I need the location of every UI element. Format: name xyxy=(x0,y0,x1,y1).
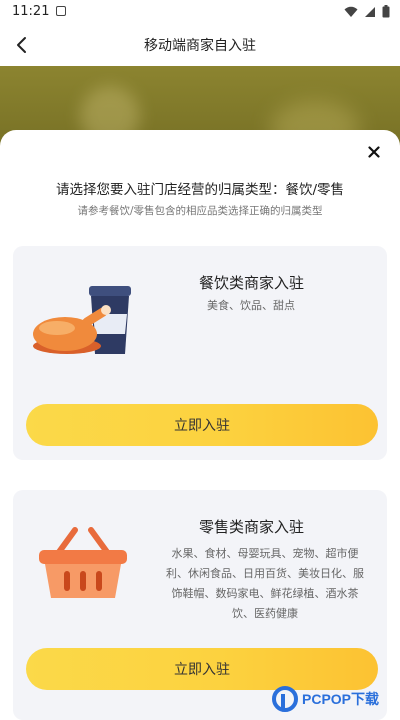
retail-category-line: 饰鞋帽、数码家电、鲜花绿植、酒水茶 xyxy=(171,587,359,600)
food-card-categories: 美食、饮品、甜点 xyxy=(207,299,295,312)
retail-category-line: 水果、食材、母婴玩具、宠物、超市便 xyxy=(171,547,359,560)
retail-card-title: 零售类商家入驻 xyxy=(199,518,305,536)
food-join-button[interactable]: 立即入驻 xyxy=(26,404,378,446)
retail-category-line: 利、休闲食品、日用百货、美妆日化、服 xyxy=(166,567,364,580)
status-icons xyxy=(344,5,390,18)
gallery-icon xyxy=(56,6,66,16)
status-bar: 11:21 xyxy=(0,0,400,24)
watermark-text: PCPOP下载 xyxy=(302,691,380,707)
wifi-icon xyxy=(344,6,358,17)
close-icon xyxy=(368,146,380,158)
food-drink-icon xyxy=(33,286,131,354)
nav-bar: 移动端商家自入驻 xyxy=(0,24,400,66)
sheet-title: 请选择您要入驻门店经营的归属类型：餐饮/零售 xyxy=(55,182,345,198)
signal-icon xyxy=(365,6,375,17)
food-merchant-card[interactable]: 餐饮类商家入驻 美食、饮品、甜点 立即入驻 xyxy=(13,246,387,460)
food-card-title: 餐饮类商家入驻 xyxy=(199,274,305,292)
watermark: PCPOP下载 xyxy=(272,682,396,716)
merchant-type-sheet: 请选择您要入驻门店经营的归属类型：餐饮/零售 请参考餐饮/零售包含的相应品类选择… xyxy=(0,130,400,720)
sheet-subtitle: 请参考餐饮/零售包含的相应品类选择正确的归属类型 xyxy=(77,205,323,217)
retail-card-categories: 水果、食材、母婴玩具、宠物、超市便 利、休闲食品、日用百货、美妆日化、服 饰鞋帽… xyxy=(150,544,380,624)
shopping-basket-icon xyxy=(39,527,127,598)
battery-icon xyxy=(382,5,390,18)
retail-category-line: 饮、医药健康 xyxy=(232,607,298,620)
status-time: 11:21 xyxy=(12,4,50,19)
page-title: 移动端商家自入驻 xyxy=(144,38,256,54)
pcpop-logo-icon xyxy=(272,686,298,712)
close-button[interactable] xyxy=(362,140,386,164)
